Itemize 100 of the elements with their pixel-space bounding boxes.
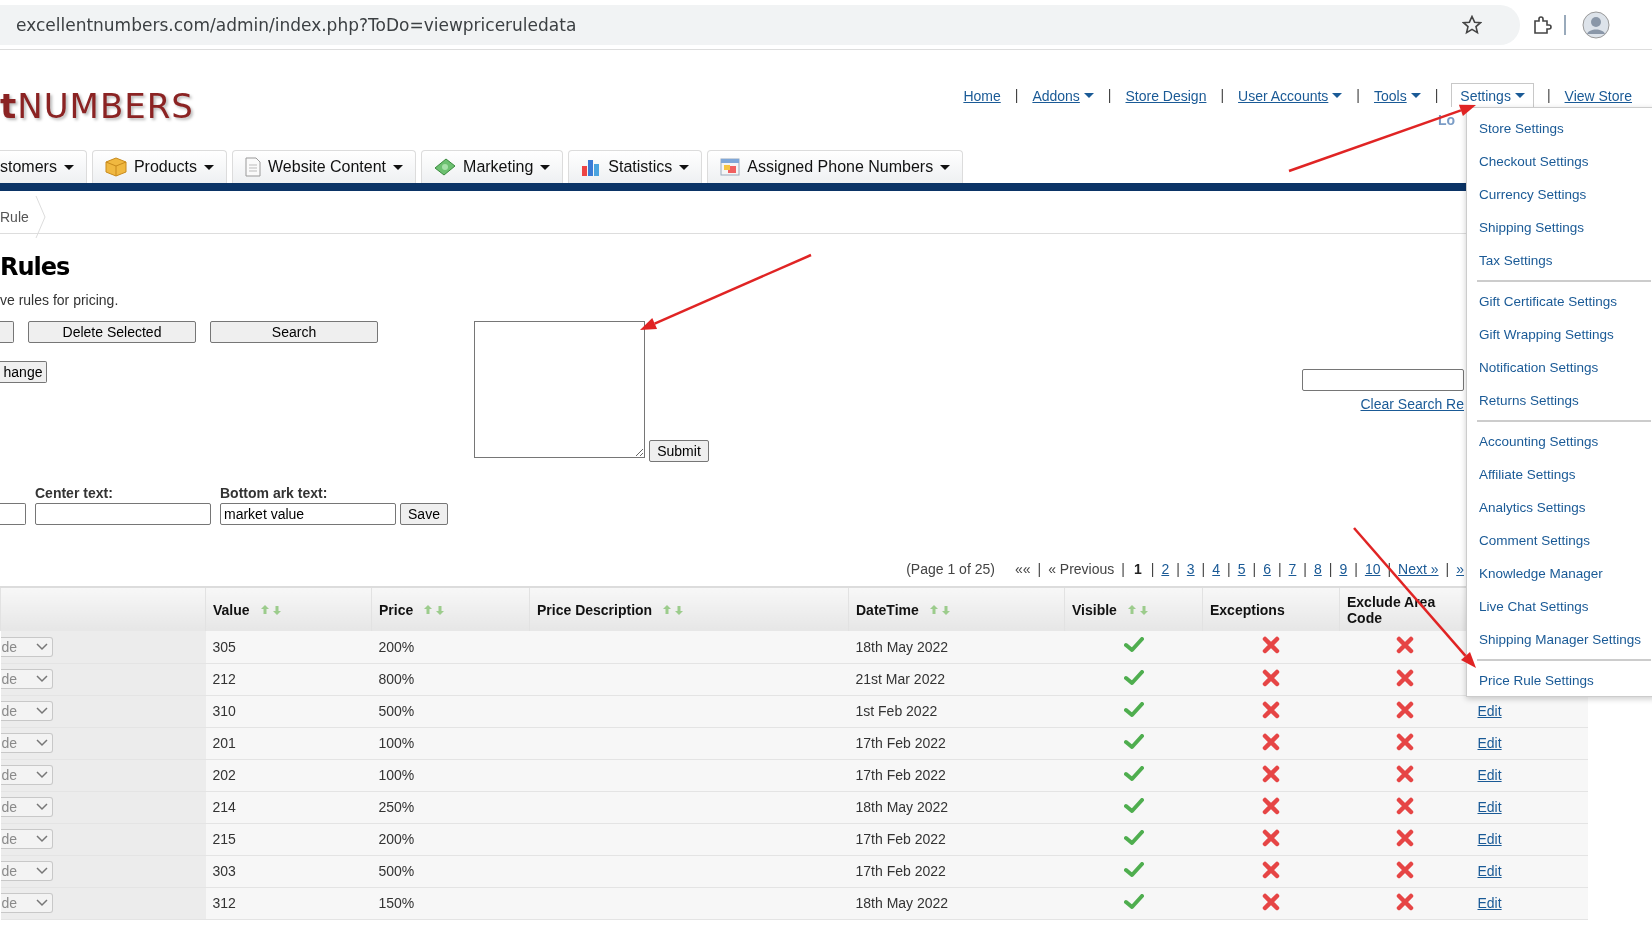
- page-link[interactable]: 2: [1161, 561, 1170, 577]
- page-link[interactable]: 6: [1263, 561, 1271, 577]
- separator: |: [1227, 561, 1231, 577]
- separator: |: [1434, 87, 1439, 103]
- page-link[interactable]: 5: [1237, 561, 1246, 577]
- menu-tab[interactable]: Marketing: [421, 150, 564, 183]
- column-header[interactable]: DateTime: [848, 587, 1065, 631]
- table-cell: 202: [205, 759, 372, 791]
- menu-item[interactable]: Shipping Settings: [1467, 211, 1652, 244]
- separator: |: [1356, 87, 1360, 103]
- menu-item[interactable]: Analytics Settings: [1467, 491, 1652, 524]
- menu-item[interactable]: Knowledge Manager: [1467, 557, 1652, 590]
- page-link[interactable]: 8: [1314, 561, 1322, 577]
- page-link[interactable]: »: [1456, 561, 1464, 577]
- star-icon[interactable]: [1462, 14, 1482, 35]
- action-button[interactable]: Search: [210, 321, 378, 343]
- menu-item[interactable]: Shipping Manager Settings: [1467, 623, 1652, 656]
- current-page: 1: [1133, 561, 1142, 577]
- check-icon: [1123, 669, 1144, 686]
- search-field[interactable]: [1302, 369, 1464, 391]
- edit-link[interactable]: Edit: [1477, 767, 1502, 783]
- table-cell: 18th May 2022: [848, 791, 1065, 823]
- button[interactable]: [0, 321, 14, 343]
- check-icon: [1123, 765, 1144, 782]
- edit-link[interactable]: Edit: [1477, 703, 1502, 719]
- page-link[interactable]: 9: [1339, 561, 1348, 577]
- page-nav-text: ««: [1014, 561, 1031, 577]
- menu-tab[interactable]: Statistics: [568, 150, 703, 183]
- tab-label: stomers: [0, 158, 57, 176]
- table-cell: 17th Feb 2022: [848, 855, 1065, 887]
- separator: |: [1107, 87, 1112, 103]
- cross-icon: [1396, 700, 1414, 719]
- column-title: DateTime: [856, 601, 919, 618]
- column-header[interactable]: Value: [205, 587, 372, 631]
- menu-item[interactable]: Comment Settings: [1467, 524, 1652, 557]
- table-cell: 200%: [371, 823, 530, 855]
- page-link[interactable]: 3: [1186, 561, 1195, 577]
- menu-item[interactable]: Gift Wrapping Settings: [1467, 318, 1652, 351]
- input-field[interactable]: market value: [220, 503, 396, 525]
- column-header[interactable]: Price: [371, 587, 530, 631]
- menu-item[interactable]: Price Rule Settings: [1467, 664, 1652, 697]
- caret-icon: [1514, 93, 1525, 98]
- avatar-icon[interactable]: [1582, 10, 1610, 39]
- menu-item[interactable]: Currency Settings: [1467, 178, 1652, 211]
- input-field[interactable]: [0, 503, 26, 525]
- address-bar[interactable]: excellentnumbers.com/admin/index.php?ToDo=viewpriceruledata: [0, 4, 1520, 45]
- logo[interactable]: tNUMBERS: [0, 86, 194, 126]
- divider-icon: [1564, 14, 1566, 35]
- table-cell: 250%: [371, 791, 530, 823]
- menu-tab[interactable]: stomers: [0, 150, 87, 183]
- check-icon: [1123, 733, 1144, 750]
- menu-item[interactable]: Affiliate Settings: [1467, 458, 1652, 491]
- menu-item[interactable]: Tax Settings: [1467, 244, 1652, 277]
- chevron-down-icon: [35, 835, 48, 843]
- page-link[interactable]: 4: [1212, 561, 1221, 577]
- menu-item[interactable]: Returns Settings: [1467, 384, 1652, 417]
- text-area-field[interactable]: [474, 321, 645, 458]
- tab-label: Website Content: [268, 158, 387, 176]
- input-field[interactable]: [35, 503, 211, 525]
- menu-tab[interactable]: Website Content: [232, 150, 417, 183]
- column-header[interactable]: Price Description: [529, 587, 849, 631]
- table-cell: 17th Feb 2022: [848, 727, 1065, 759]
- page-link[interactable]: 10: [1364, 561, 1381, 577]
- breadcrumb-item[interactable]: Rule: [0, 209, 29, 225]
- page-link[interactable]: 7: [1288, 561, 1297, 577]
- table-cell: 18th May 2022: [848, 887, 1065, 919]
- save-button[interactable]: Save: [400, 503, 448, 525]
- clear-search-link[interactable]: Clear Search Re: [1360, 396, 1464, 412]
- menu-tab[interactable]: Assigned Phone Numbers: [707, 150, 964, 183]
- caret-icon: [1410, 93, 1421, 98]
- check-icon: [1123, 797, 1144, 814]
- cross-icon: [1262, 732, 1280, 751]
- edit-link[interactable]: Edit: [1477, 831, 1502, 847]
- edit-link[interactable]: Edit: [1477, 895, 1502, 911]
- nav-link[interactable]: Settings: [1451, 83, 1534, 107]
- column-header[interactable]: Visible: [1064, 587, 1203, 631]
- change-button[interactable]: hange: [0, 361, 47, 383]
- page-link[interactable]: Next »: [1398, 561, 1439, 577]
- edit-link[interactable]: Edit: [1477, 799, 1502, 815]
- menu-item[interactable]: Store Settings: [1467, 112, 1652, 145]
- tab-label: Assigned Phone Numbers: [747, 158, 934, 176]
- menu-item[interactable]: Live Chat Settings: [1467, 590, 1652, 623]
- cross-icon: [1396, 764, 1414, 783]
- menu-item[interactable]: Gift Certificate Settings: [1467, 285, 1652, 318]
- menu-item[interactable]: Accounting Settings: [1467, 425, 1652, 458]
- menu-item[interactable]: Checkout Settings: [1467, 145, 1652, 178]
- chevron-down-icon: [35, 771, 48, 779]
- puzzle-icon[interactable]: [1532, 14, 1552, 35]
- separator: |: [1037, 561, 1042, 577]
- bar-chart-icon: [581, 158, 602, 176]
- column-title: Price: [379, 601, 414, 618]
- menu-tab[interactable]: Products: [91, 150, 228, 183]
- menu-item[interactable]: Notification Settings: [1467, 351, 1652, 384]
- edit-link[interactable]: Edit: [1477, 735, 1502, 751]
- action-button[interactable]: Delete Selected: [28, 321, 196, 343]
- edit-link[interactable]: Edit: [1477, 863, 1502, 879]
- cross-icon: [1396, 796, 1414, 815]
- submit-button[interactable]: Submit: [649, 440, 709, 462]
- table-cell: 500%: [371, 695, 530, 727]
- cross-icon: [1396, 892, 1414, 911]
